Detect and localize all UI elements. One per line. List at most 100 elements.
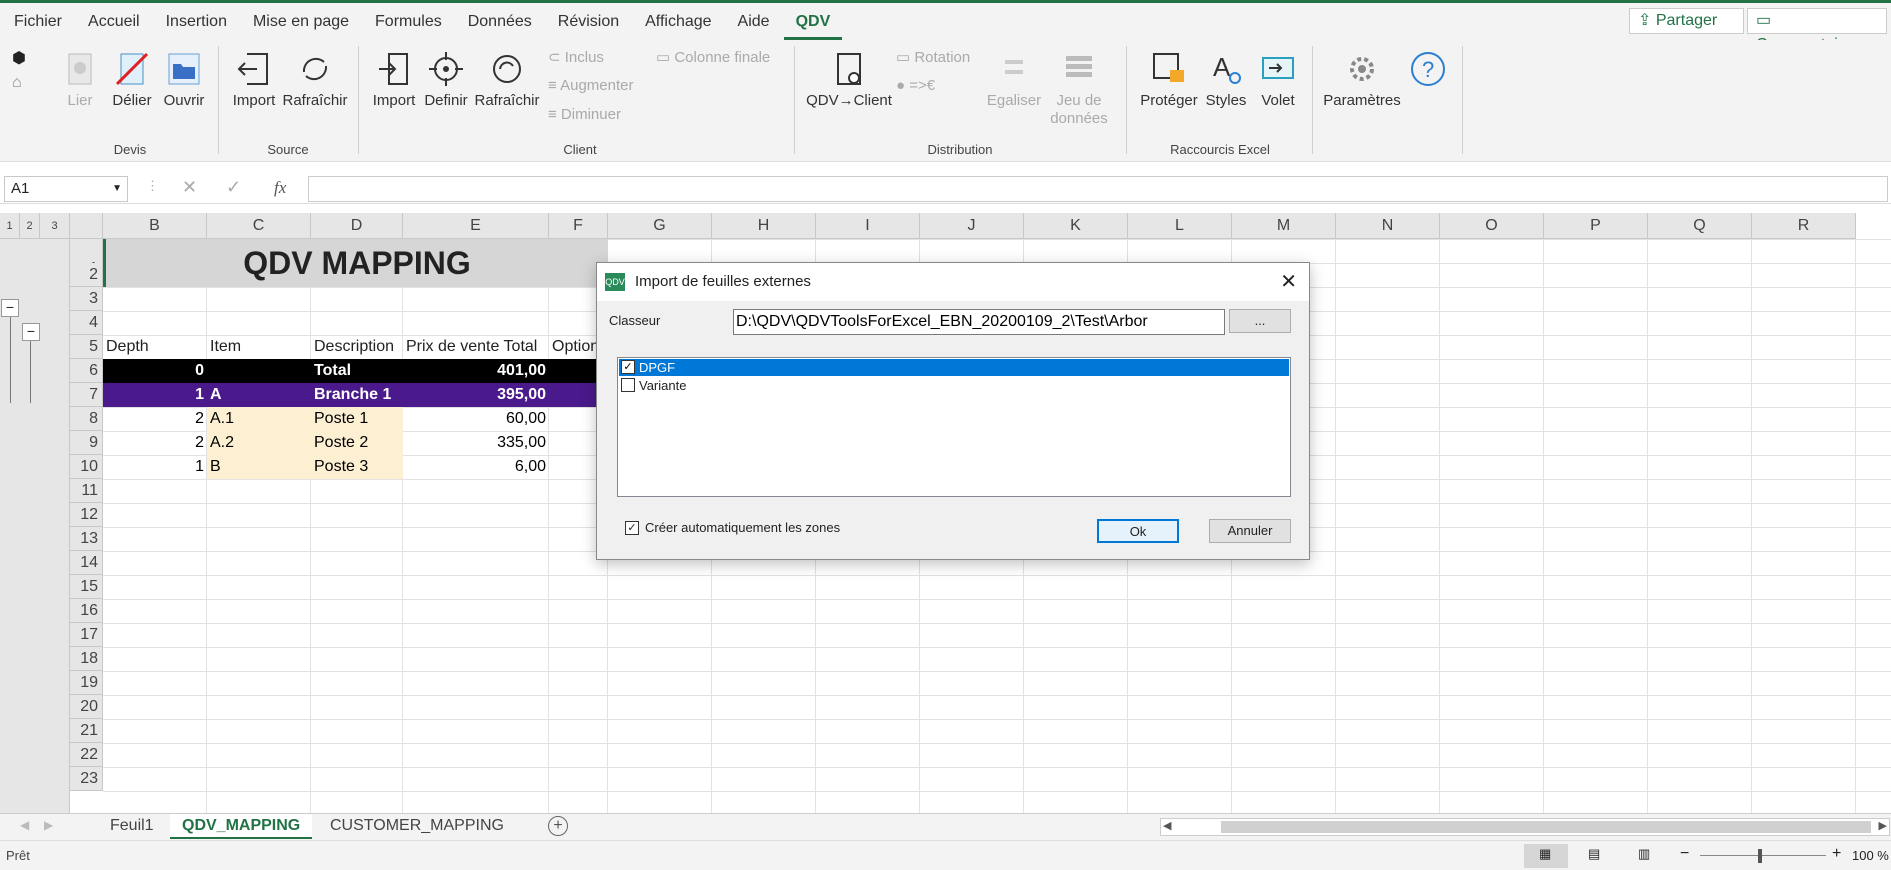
cell-r7-c1[interactable]: A.1 <box>207 407 311 431</box>
header-item[interactable]: Item <box>207 335 311 359</box>
column-header-L[interactable]: L <box>1128 213 1232 239</box>
inclus-button[interactable]: ⊂ Inclus <box>548 48 604 66</box>
cell-r9-c2[interactable]: Poste 3 <box>311 455 403 479</box>
confirm-formula-icon[interactable]: ✓ <box>226 177 241 198</box>
cell-r5-option[interactable] <box>549 359 596 383</box>
tab-aide[interactable]: Aide <box>726 3 782 40</box>
row-header-17[interactable]: 17 <box>70 623 103 647</box>
tab-mise-en-page[interactable]: Mise en page <box>241 3 361 40</box>
tab-formules[interactable]: Formules <box>363 3 454 40</box>
list-item-dpgf[interactable]: ✓ DPGF <box>619 359 1289 376</box>
header-option[interactable]: Option <box>549 335 596 359</box>
row-header-15[interactable]: 15 <box>70 575 103 599</box>
tab-qdv[interactable]: QDV <box>783 3 843 40</box>
row-header-21[interactable]: 21 <box>70 719 103 743</box>
cell-r5-c2[interactable]: Total <box>311 359 403 383</box>
augmenter-button[interactable]: ≡ Augmenter <box>548 77 633 94</box>
tab-insertion[interactable]: Insertion <box>154 3 239 40</box>
sheet-tab-qdv-mapping[interactable]: QDV_MAPPING <box>170 814 313 839</box>
page-break-icon[interactable]: ▥ <box>1638 846 1650 862</box>
cell-r6-c3[interactable]: 395,00 <box>403 383 549 407</box>
cancel-button[interactable]: Annuler <box>1209 519 1291 543</box>
cell-r6-c1[interactable]: A <box>207 383 311 407</box>
column-header-C[interactable]: C <box>207 213 311 239</box>
sheet-title[interactable]: QDV MAPPING <box>103 239 608 287</box>
delier-button[interactable]: Délier <box>108 50 156 109</box>
zoom-in-icon[interactable]: + <box>1832 845 1841 863</box>
dpgf-checkbox[interactable]: ✓ <box>621 360 635 374</box>
diminuer-button[interactable]: ≡ Diminuer <box>548 106 621 123</box>
import-source-button[interactable]: Import <box>228 50 280 109</box>
header-depth[interactable]: Depth <box>103 335 207 359</box>
formula-input[interactable] <box>308 176 1888 202</box>
collapse-level1-button[interactable]: − <box>1 299 19 317</box>
row-header-14[interactable]: 14 <box>70 551 103 575</box>
import-client-button[interactable]: Import <box>368 50 420 109</box>
page-layout-icon[interactable]: ▤ <box>1588 846 1600 862</box>
zoom-slider[interactable] <box>1700 855 1826 856</box>
column-header-J[interactable]: J <box>920 213 1024 239</box>
normal-view-button[interactable]: ▦ <box>1524 844 1568 868</box>
rotation-button[interactable]: ▭ Rotation <box>896 48 970 66</box>
row-header-6[interactable]: 6 <box>70 359 103 383</box>
classeur-path-input[interactable] <box>733 309 1225 335</box>
cell-r9-c3[interactable]: 6,00 <box>403 455 549 479</box>
refresh-client-button[interactable]: Rafraîchir <box>474 50 540 109</box>
browse-button[interactable]: ... <box>1229 309 1291 333</box>
add-sheet-icon[interactable]: + <box>548 816 568 836</box>
row-header-19[interactable]: 19 <box>70 671 103 695</box>
tab-accueil[interactable]: Accueil <box>76 3 152 40</box>
collapse-level2-button[interactable]: − <box>22 323 40 341</box>
outline-level-2[interactable]: 2 <box>20 213 40 239</box>
tab-revision[interactable]: Révision <box>546 3 631 40</box>
zoom-slider-thumb[interactable] <box>1758 849 1762 863</box>
cancel-formula-icon[interactable]: ✕ <box>182 177 197 198</box>
row-header-9[interactable]: 9 <box>70 431 103 455</box>
styles-button[interactable]: A Styles <box>1204 50 1248 109</box>
column-header-O[interactable]: O <box>1440 213 1544 239</box>
row-header-11[interactable]: 11 <box>70 479 103 503</box>
cell-r7-c0[interactable]: 2 <box>103 407 207 431</box>
ouvrir-button[interactable]: Ouvrir <box>160 50 208 109</box>
zoom-level[interactable]: 100 % <box>1852 848 1889 863</box>
list-item-variante[interactable]: Variante <box>619 377 1289 394</box>
row-header-5[interactable]: 5 <box>70 335 103 359</box>
ok-button[interactable]: Ok <box>1097 519 1179 543</box>
column-header-B[interactable]: B <box>103 213 207 239</box>
close-icon[interactable]: ✕ <box>1280 263 1297 301</box>
cell-r6-option[interactable] <box>549 383 596 407</box>
cell-r6-c0[interactable]: 1 <box>103 383 207 407</box>
column-header-P[interactable]: P <box>1544 213 1648 239</box>
cell-r9-c1[interactable]: B <box>207 455 311 479</box>
cell-r5-c3[interactable]: 401,00 <box>403 359 549 383</box>
row-header-20[interactable]: 20 <box>70 695 103 719</box>
cube-icon[interactable]: ⬢ <box>12 48 26 68</box>
scroll-left-icon[interactable]: ◀ <box>1163 819 1171 832</box>
colonne-finale-button[interactable]: ▭ Colonne finale <box>656 48 770 66</box>
fx-icon[interactable]: fx <box>274 178 286 198</box>
cell-r8-c0[interactable]: 2 <box>103 431 207 455</box>
cell-r9-c0[interactable]: 1 <box>103 455 207 479</box>
column-header-I[interactable]: I <box>816 213 920 239</box>
scroll-right-icon[interactable]: ▶ <box>1879 819 1887 832</box>
definir-button[interactable]: Definir <box>422 50 470 109</box>
cell-r6-c2[interactable]: Branche 1 <box>311 383 403 407</box>
tab-affichage[interactable]: Affichage <box>633 3 723 40</box>
parametres-button[interactable]: Paramètres <box>1322 50 1402 109</box>
scrollbar-thumb[interactable] <box>1221 821 1871 833</box>
column-header-K[interactable]: K <box>1024 213 1128 239</box>
cell-r5-c1[interactable] <box>207 359 311 383</box>
qdv-client-button[interactable]: QDV→Client <box>804 50 894 109</box>
zoom-out-icon[interactable]: − <box>1680 845 1689 863</box>
header-prix[interactable]: Prix de vente Total <box>403 335 549 359</box>
header-description[interactable]: Description <box>311 335 403 359</box>
outline-level-1[interactable]: 1 <box>0 213 20 239</box>
proteger-button[interactable]: Protéger <box>1136 50 1202 109</box>
lier-button[interactable]: Lier <box>58 50 102 109</box>
row-header-16[interactable]: 16 <box>70 599 103 623</box>
horizontal-scrollbar[interactable]: ◀ ▶ <box>1160 818 1890 836</box>
row-header-7[interactable]: 7 <box>70 383 103 407</box>
jeu-donnees-button[interactable]: Jeu de données <box>1046 50 1112 128</box>
row-header-3[interactable]: 3 <box>70 287 103 311</box>
tab-donnees[interactable]: Données <box>456 3 544 40</box>
